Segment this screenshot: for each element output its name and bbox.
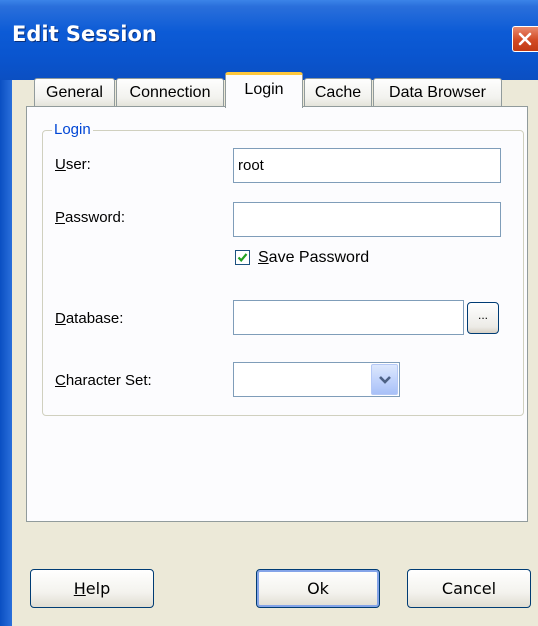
ok-button[interactable]: Ok (256, 569, 380, 608)
charset-dropdown-button[interactable] (371, 364, 398, 395)
tab-label: Data Browser (389, 84, 486, 101)
check-icon (237, 253, 248, 262)
chevron-down-icon (379, 376, 391, 384)
tab-label: Connection (129, 84, 211, 101)
password-input[interactable] (233, 202, 501, 237)
user-input[interactable] (233, 148, 501, 183)
cancel-button[interactable]: Cancel (407, 569, 531, 608)
browse-label: ... (477, 308, 488, 322)
window-title: Edit Session (12, 22, 157, 46)
tab-data-browser[interactable]: Data Browser (373, 78, 502, 106)
tab-general[interactable]: General (34, 78, 115, 106)
window-frame-left (0, 80, 12, 626)
database-label: Database: (55, 310, 124, 327)
tab-label: Login (244, 81, 284, 98)
tab-label: General (46, 84, 103, 101)
tab-cache[interactable]: Cache (304, 78, 372, 106)
tab-label: Cache (314, 84, 362, 101)
database-browse-button[interactable]: ... (467, 302, 499, 334)
user-label: User: (55, 156, 91, 173)
database-input[interactable] (233, 300, 464, 335)
close-button[interactable] (512, 26, 538, 52)
save-password-label[interactable]: Save Password (258, 249, 369, 267)
save-password-checkbox[interactable] (235, 250, 250, 265)
charset-select[interactable] (233, 362, 400, 397)
tab-connection[interactable]: Connection (116, 78, 224, 106)
help-mnemonic: H (73, 579, 86, 598)
charset-label: Character Set: (55, 372, 152, 389)
help-label: elp (85, 579, 111, 598)
cancel-label: Cancel (441, 579, 497, 598)
tab-login[interactable]: Login (225, 72, 303, 108)
ok-label: Ok (307, 579, 329, 598)
help-button[interactable]: Help (30, 569, 154, 608)
title-bar[interactable]: Edit Session (0, 0, 538, 80)
close-icon (518, 32, 532, 46)
password-label: Password: (55, 209, 126, 226)
group-title: Login (52, 121, 93, 138)
